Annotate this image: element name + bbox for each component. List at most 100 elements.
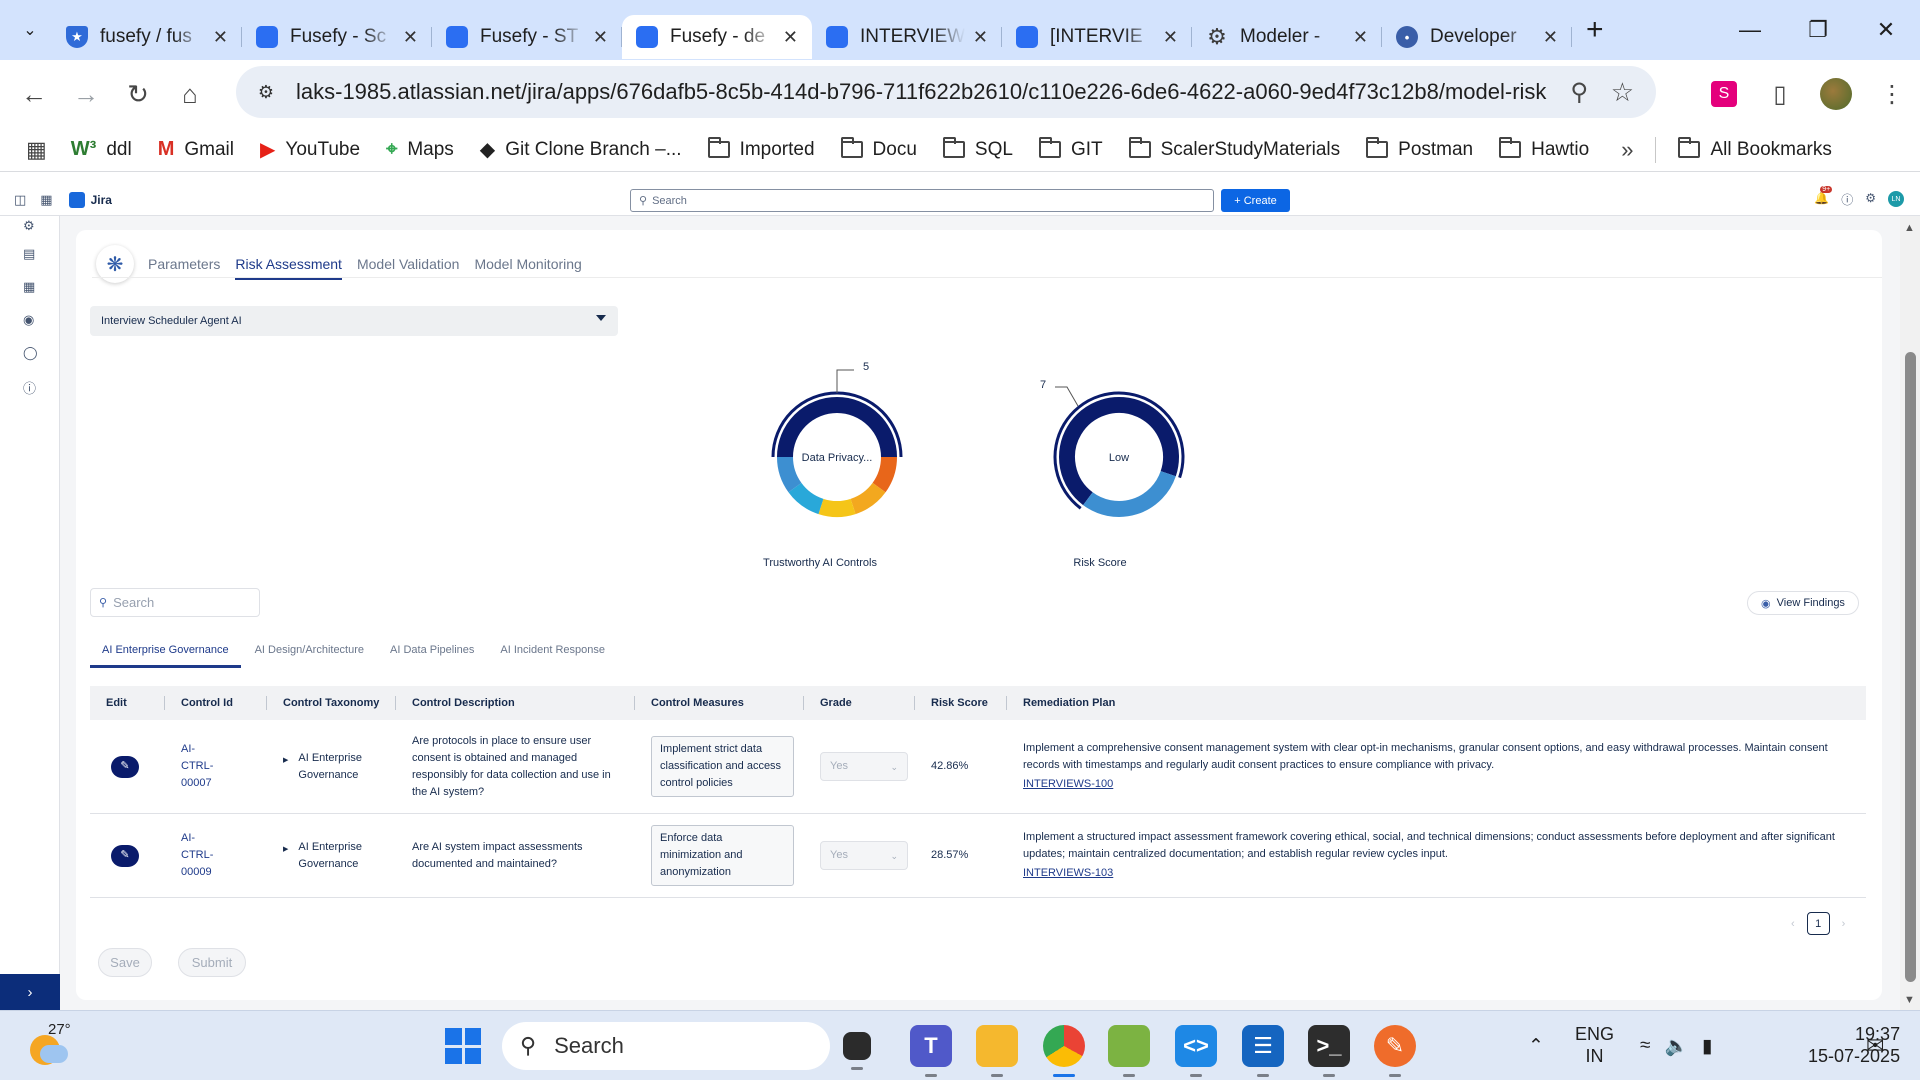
postman-icon[interactable]: ✎ bbox=[1374, 1025, 1416, 1077]
task-view-icon[interactable] bbox=[843, 1032, 871, 1070]
close-tab-icon[interactable]: ✕ bbox=[783, 27, 798, 48]
teams-icon[interactable]: T bbox=[910, 1025, 952, 1077]
site-settings-icon[interactable]: ⚙ bbox=[248, 74, 284, 110]
page-tab[interactable]: Risk Assessment bbox=[235, 248, 342, 280]
wifi-icon[interactable]: ≈ bbox=[1640, 1035, 1650, 1057]
browser-tab[interactable]: • Developer ✕ bbox=[1382, 15, 1572, 59]
close-tab-icon[interactable]: ✕ bbox=[1353, 27, 1368, 48]
app-switcher-icon[interactable]: ▦ bbox=[40, 192, 52, 208]
expand-triangle-icon[interactable]: ▶ bbox=[283, 841, 288, 873]
bookmark-item[interactable]: ◆ Git Clone Branch –... bbox=[480, 137, 682, 162]
reload-icon[interactable]: ↻ bbox=[112, 68, 164, 120]
sidebar-lightbulb-icon[interactable]: ◯ bbox=[23, 345, 38, 361]
battery-icon[interactable]: ▮ bbox=[1702, 1035, 1712, 1058]
zoom-magnifier-icon[interactable]: ⚲ bbox=[1570, 78, 1588, 107]
jira-search-input[interactable]: ⚲ Search bbox=[630, 189, 1214, 212]
tab-search-chevron-icon[interactable]: ⌄ bbox=[8, 10, 52, 50]
browser-tab[interactable]: ⚙ Modeler - ✕ bbox=[1192, 15, 1382, 59]
findings-search-input[interactable]: ⚲ Search bbox=[90, 588, 260, 617]
help-icon[interactable]: ⓘ bbox=[1841, 191, 1853, 208]
edit-pencil-icon[interactable]: ✎ bbox=[111, 844, 139, 867]
sidebar-dashboard-icon[interactable]: ▤ bbox=[23, 246, 35, 262]
sidebar-github-icon[interactable]: ◉ bbox=[23, 312, 34, 328]
jira-logo[interactable]: Jira bbox=[68, 192, 112, 208]
bookmark-item[interactable]: ScalerStudyMaterials bbox=[1128, 137, 1340, 162]
notification-center-icon[interactable]: ✉ bbox=[1866, 1011, 1884, 1080]
terminal-icon[interactable]: >_ bbox=[1308, 1025, 1350, 1077]
bookmark-item[interactable]: ▶ YouTube bbox=[260, 137, 360, 162]
bookmark-item[interactable]: SQL bbox=[942, 137, 1013, 162]
back-arrow-icon[interactable]: ← bbox=[8, 68, 60, 120]
page-tab[interactable]: Parameters bbox=[148, 248, 220, 280]
browser-tab[interactable]: INTERVIEW ✕ bbox=[812, 15, 1002, 59]
sidebar-gear-icon[interactable]: ⚙ bbox=[23, 218, 35, 234]
next-page-chevron-icon[interactable]: › bbox=[1842, 918, 1846, 930]
new-tab-plus-icon[interactable]: + bbox=[1586, 13, 1604, 47]
control-tab[interactable]: AI Incident Response bbox=[488, 638, 617, 668]
bookmark-item[interactable]: Hawtio bbox=[1499, 137, 1589, 162]
more-menu-icon[interactable]: ⋮ bbox=[1864, 80, 1920, 109]
apps-grid-icon[interactable]: ▦ bbox=[26, 137, 47, 163]
bookmark-item[interactable]: Imported bbox=[707, 137, 815, 162]
control-tab[interactable]: AI Design/Architecture bbox=[243, 638, 376, 668]
edit-pencil-icon[interactable]: ✎ bbox=[111, 755, 139, 778]
close-window-icon[interactable]: ✕ bbox=[1852, 0, 1920, 60]
profile-avatar[interactable] bbox=[1820, 78, 1852, 110]
view-findings-button[interactable]: ◉ View Findings bbox=[1747, 591, 1859, 615]
prev-page-chevron-icon[interactable]: ‹ bbox=[1791, 918, 1795, 930]
bookmark-item[interactable]: Docu bbox=[840, 137, 917, 162]
extension-icon[interactable]: S bbox=[1711, 81, 1737, 107]
bookmark-item[interactable]: M Gmail bbox=[158, 137, 234, 162]
restore-icon[interactable]: ❐ bbox=[1784, 0, 1852, 60]
scroll-up-arrow-icon[interactable]: ▲ bbox=[1904, 222, 1915, 234]
home-icon[interactable]: ⌂ bbox=[164, 68, 216, 120]
sidebar-toggle-icon[interactable]: ◫ bbox=[14, 192, 26, 208]
paint-icon[interactable] bbox=[1108, 1025, 1150, 1077]
browser-tab[interactable]: Fusefy - ST ✕ bbox=[432, 15, 622, 59]
sidebar-info-icon[interactable]: ⓘ bbox=[23, 378, 36, 397]
user-avatar[interactable]: LN bbox=[1888, 191, 1904, 207]
vscode-icon[interactable]: <> bbox=[1175, 1025, 1217, 1077]
vertical-scrollbar[interactable]: ▲ ▼ bbox=[1900, 216, 1920, 1010]
model-select[interactable]: Interview Scheduler Agent AI bbox=[90, 306, 618, 336]
taskbar-search[interactable]: ⚲ Search bbox=[502, 1022, 830, 1070]
browser-tab[interactable]: ★ fusefy / fus ✕ bbox=[52, 15, 242, 59]
volume-icon[interactable]: 🔈 bbox=[1664, 1034, 1688, 1058]
scrollbar-thumb[interactable] bbox=[1905, 352, 1916, 982]
control-id[interactable]: AI-CTRL-00009 bbox=[165, 830, 267, 881]
bookmark-item[interactable]: ⌖ Maps bbox=[386, 137, 454, 162]
sidebar-expand-chevron-icon[interactable]: › bbox=[0, 974, 60, 1010]
browser-tab[interactable]: Fusefy - Sc ✕ bbox=[242, 15, 432, 59]
close-tab-icon[interactable]: ✕ bbox=[213, 27, 228, 48]
close-tab-icon[interactable]: ✕ bbox=[973, 27, 988, 48]
windows-start-icon[interactable] bbox=[445, 1028, 481, 1064]
notifications-bell-icon[interactable]: 🔔 9+ bbox=[1814, 186, 1833, 208]
weather-widget[interactable]: 27° bbox=[26, 1021, 76, 1071]
bookmark-star-icon[interactable]: ☆ bbox=[1611, 77, 1634, 108]
file-explorer-icon[interactable] bbox=[976, 1025, 1018, 1077]
create-button[interactable]: + Create bbox=[1221, 189, 1290, 212]
all-bookmarks[interactable]: All Bookmarks bbox=[1678, 137, 1832, 161]
settings-gear-icon[interactable]: ⚙ bbox=[1865, 191, 1876, 208]
bookmark-item[interactable]: Postman bbox=[1366, 137, 1473, 162]
clock[interactable]: 19:37 15-07-2025 bbox=[1808, 1023, 1900, 1067]
issue-link[interactable]: INTERVIEWS-103 bbox=[1023, 865, 1854, 882]
browser-tab[interactable]: [INTERVIE ✕ bbox=[1002, 15, 1192, 59]
grade-select[interactable]: Yes ⌄ bbox=[820, 841, 908, 870]
sidebar-board-icon[interactable]: ▦ bbox=[23, 279, 35, 295]
close-tab-icon[interactable]: ✕ bbox=[593, 27, 608, 48]
more-bookmarks-chevron-icon[interactable]: » bbox=[1621, 137, 1633, 163]
page-tab[interactable]: Model Monitoring bbox=[474, 248, 581, 280]
forward-arrow-icon[interactable]: → bbox=[60, 68, 112, 120]
address-bar[interactable]: ⚙ laks-1985.atlassian.net/jira/apps/676d… bbox=[236, 66, 1656, 118]
submit-button[interactable]: Submit bbox=[178, 948, 246, 977]
expand-triangle-icon[interactable]: ▶ bbox=[283, 752, 288, 784]
extensions-puzzle-icon[interactable]: ▯ bbox=[1752, 80, 1808, 109]
control-tab[interactable]: AI Data Pipelines bbox=[378, 638, 486, 668]
control-tab[interactable]: AI Enterprise Governance bbox=[90, 638, 241, 668]
control-id[interactable]: AI-CTRL-00007 bbox=[165, 741, 267, 792]
language-indicator[interactable]: ENG IN bbox=[1575, 1023, 1614, 1067]
close-tab-icon[interactable]: ✕ bbox=[403, 27, 418, 48]
close-tab-icon[interactable]: ✕ bbox=[1163, 27, 1178, 48]
issue-link[interactable]: INTERVIEWS-100 bbox=[1023, 776, 1854, 793]
